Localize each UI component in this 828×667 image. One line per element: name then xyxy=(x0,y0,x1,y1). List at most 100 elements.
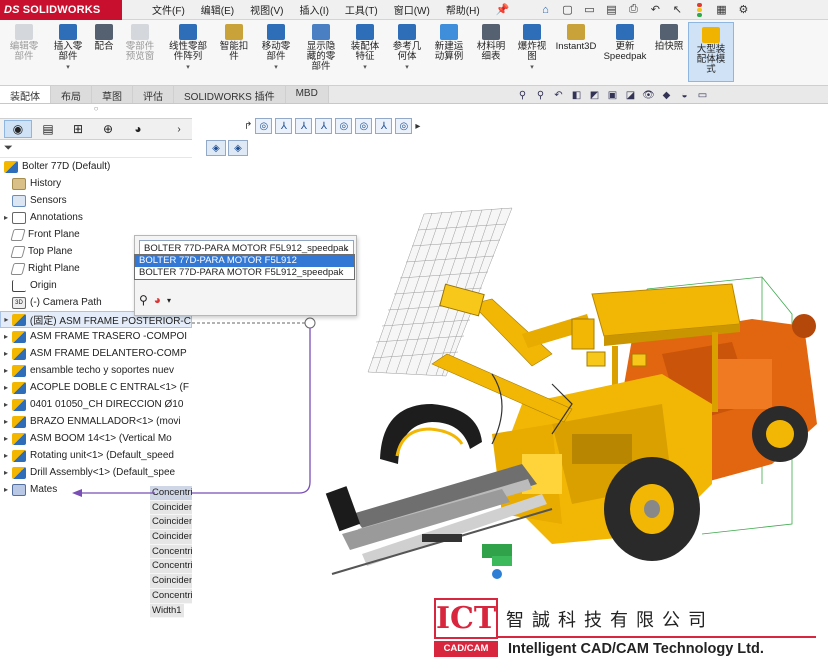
tab-3[interactable]: 评估 xyxy=(133,86,174,103)
ribbon-button-9[interactable]: 参考几 何体 ▾ xyxy=(386,20,428,73)
component-breadcrumb-icon[interactable]: ◈ xyxy=(228,140,248,156)
ribbon-button-16[interactable]: 大型装 配体模 式 xyxy=(688,22,734,82)
tree-filter[interactable]: ⏷ xyxy=(0,140,192,158)
angle-icon[interactable]: ⅄ xyxy=(295,118,313,134)
dropdown-arrow-icon[interactable]: ▾ xyxy=(405,63,409,73)
tree-item[interactable]: ▸ 0401 01050_CH DIRECCION Ø10 xyxy=(0,396,192,413)
tree-item[interactable]: Sensors xyxy=(0,192,192,209)
ribbon-button-8[interactable]: 装配体 特征 ▾ xyxy=(344,20,386,73)
section-view-icon[interactable]: ◧ xyxy=(570,90,583,102)
chevron-down-icon[interactable]: ▾ xyxy=(167,296,171,305)
display-manager-icon[interactable]: ◕ xyxy=(124,120,152,138)
feature-manager-tree-icon[interactable]: ◉ xyxy=(4,120,32,138)
view-orientation-icon[interactable]: ▣ xyxy=(606,90,619,102)
ribbon-button-10[interactable]: 新建运 动算例 xyxy=(428,20,470,62)
configuration-option[interactable]: BOLTER 77D-PARA MOTOR F5L912_speedpak xyxy=(135,267,354,279)
tree-item[interactable]: ▸ BRAZO ENMALLADOR<1> (movi xyxy=(0,413,192,430)
pin-menu-icon[interactable]: 📌 xyxy=(496,3,510,16)
tree-item[interactable]: ▸ ensamble techo y soportes nuev xyxy=(0,362,192,379)
expand-arrow-icon[interactable]: ▸ xyxy=(0,485,12,494)
graphics-area[interactable] xyxy=(192,104,828,667)
ribbon-button-11[interactable]: 材料明 细表 xyxy=(470,20,512,62)
dropdown-arrow-icon[interactable]: ▾ xyxy=(186,63,190,73)
dropdown-arrow-icon[interactable]: ▾ xyxy=(363,63,367,73)
ribbon-button-7[interactable]: 显示隐 藏的零 部件 xyxy=(298,20,344,72)
open-icon[interactable]: ▭ xyxy=(581,3,597,17)
tree-item[interactable]: ▸ ACOPLE DOBLE C ENTRAL<1> (F xyxy=(0,379,192,396)
bolter-assembly-model[interactable] xyxy=(192,104,828,667)
home-icon[interactable]: ⌂ xyxy=(537,3,553,17)
select-icon[interactable]: ↖ xyxy=(669,3,685,17)
zoom-to-fit-icon[interactable]: ⚲ xyxy=(516,90,529,102)
ribbon-button-15[interactable]: 拍快照 xyxy=(650,20,688,52)
tree-item[interactable]: History xyxy=(0,175,192,192)
tree-item[interactable]: ▸ Rotating unit<1> (Default_speed xyxy=(0,447,192,464)
menu-help[interactable]: 帮助(H) xyxy=(438,2,488,17)
view-settings-icon[interactable]: ▭ xyxy=(696,90,709,102)
rebuild-icon[interactable] xyxy=(691,2,707,17)
ribbon-button-1[interactable]: 插入零 部件 ▾ xyxy=(46,20,90,73)
zoom-area-icon[interactable]: ⚲ xyxy=(534,90,547,102)
display-style-icon[interactable]: ◪ xyxy=(624,90,637,102)
hud-expand-arrow-icon[interactable]: ↱ xyxy=(244,121,252,132)
assembly-breadcrumb-icon[interactable]: ◈ xyxy=(206,140,226,156)
mate-item[interactable]: Width1 xyxy=(150,603,184,619)
tree-item[interactable]: ▸ ASM FRAME TRASERO -COMPOI xyxy=(0,328,192,345)
expand-arrow-icon[interactable]: ▸ xyxy=(1,315,12,324)
print-icon[interactable]: ⎙ xyxy=(625,3,641,17)
expand-arrow-icon[interactable]: ▸ xyxy=(0,349,12,358)
angle-icon[interactable]: ⅄ xyxy=(275,118,293,134)
ribbon-button-4[interactable]: 线性零部 件阵列 ▾ xyxy=(162,20,214,73)
ribbon-button-12[interactable]: 爆炸视 图 ▾ xyxy=(512,20,552,73)
concentric-icon[interactable]: ◎ xyxy=(335,118,353,134)
dropdown-arrow-icon[interactable]: ▾ xyxy=(66,63,70,73)
ribbon-button-5[interactable]: 智能扣 件 xyxy=(214,20,254,62)
dimxpert-manager-icon[interactable]: ⊕ xyxy=(94,120,122,138)
expand-arrow-icon[interactable]: ▸ xyxy=(0,400,12,409)
menu-view[interactable]: 视图(V) xyxy=(242,2,291,17)
ribbon-button-3[interactable]: 零部件 预览窗 xyxy=(118,20,162,62)
angle-icon[interactable]: ⅄ xyxy=(315,118,333,134)
appearance-icon[interactable]: ◕ xyxy=(154,293,161,307)
tree-item[interactable]: ▸ Drill Assembly<1> (Default_spee xyxy=(0,464,192,481)
tab-4[interactable]: SOLIDWORKS 插件 xyxy=(174,86,286,103)
expand-arrow-icon[interactable]: ▸ xyxy=(0,451,12,460)
tree-item[interactable]: ▸ Annotations xyxy=(0,209,192,226)
file-properties-icon[interactable]: ▦ xyxy=(713,3,729,17)
property-manager-icon[interactable]: ▤ xyxy=(34,120,62,138)
expand-arrow-icon[interactable]: ▸ xyxy=(0,213,12,222)
configuration-manager-icon[interactable]: ⊞ xyxy=(64,120,92,138)
expand-arrow-icon[interactable]: ▸ xyxy=(0,366,12,375)
dropdown-arrow-icon[interactable]: ▾ xyxy=(530,63,534,73)
ribbon-button-14[interactable]: 更新 Speedpak xyxy=(600,20,650,62)
dynamic-annotation-icon[interactable]: ◩ xyxy=(588,90,601,102)
undo-icon[interactable]: ↶ xyxy=(647,3,663,17)
expand-arrow-icon[interactable]: ▸ xyxy=(0,434,12,443)
dropdown-arrow-icon[interactable]: ▾ xyxy=(274,63,278,73)
solidworks-logo[interactable]: DS SOLIDWORKS xyxy=(0,0,122,20)
options-gear-icon[interactable]: ⚙ xyxy=(735,3,751,17)
ribbon-button-13[interactable]: Instant3D xyxy=(552,20,600,52)
ribbon-button-6[interactable]: 移动零 部件 ▾ xyxy=(254,20,298,73)
configuration-option[interactable]: BOLTER 77D-PARA MOTOR F5L912 xyxy=(135,255,354,267)
menu-window[interactable]: 窗口(W) xyxy=(386,2,438,17)
concentric-icon[interactable]: ◎ xyxy=(255,118,273,134)
ribbon-button-2[interactable]: 配合 xyxy=(90,20,118,52)
save-icon[interactable]: ▤ xyxy=(603,3,619,17)
filter-icon[interactable]: ⏷ xyxy=(4,142,13,155)
tree-root[interactable]: Bolter 77D (Default) xyxy=(0,158,192,175)
tab-2[interactable]: 草图 xyxy=(92,86,133,103)
menu-file[interactable]: 文件(F) xyxy=(144,2,193,17)
concentric-icon[interactable]: ◎ xyxy=(395,118,413,134)
angle-icon[interactable]: ⅄ xyxy=(375,118,393,134)
expand-arrow-icon[interactable]: ▸ xyxy=(0,417,12,426)
zoom-icon[interactable]: ⚲ xyxy=(139,293,148,307)
hide-show-icon[interactable]: 👁 xyxy=(642,90,655,102)
menu-tools[interactable]: 工具(T) xyxy=(337,2,386,17)
ribbon-button-0[interactable]: 编辑零 部件 xyxy=(2,20,46,62)
tree-item[interactable]: ▸ ASM BOOM 14<1> (Vertical Mo xyxy=(0,430,192,447)
edit-appearance-icon[interactable]: ◆ xyxy=(660,90,673,102)
apply-scene-icon[interactable]: ◒ xyxy=(678,90,691,102)
tab-1[interactable]: 布局 xyxy=(51,86,92,103)
panel-splitter[interactable]: ○ xyxy=(0,104,192,118)
